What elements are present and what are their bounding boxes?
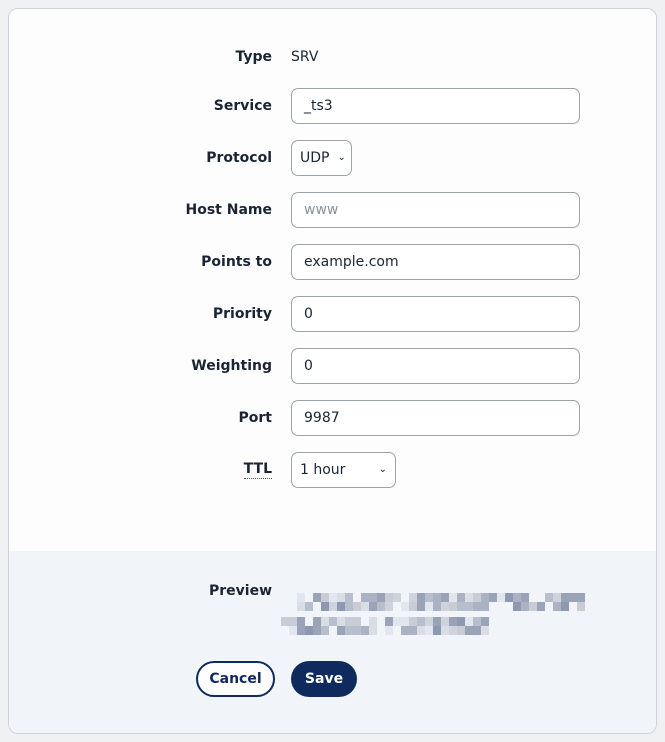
points-to-label: Points to	[201, 254, 272, 270]
priority-input[interactable]: 0	[291, 296, 580, 332]
type-label: Type	[235, 49, 272, 65]
service-row: Service _ts3	[9, 88, 656, 124]
port-label: Port	[238, 410, 272, 426]
points-to-input[interactable]: example.com	[291, 244, 580, 280]
weighting-input[interactable]: 0	[291, 348, 580, 384]
form-section: Type SRV Service _ts3 Protocol UDP ⌄ Hos…	[9, 9, 656, 551]
host-name-row: Host Name www	[9, 192, 656, 228]
chevron-down-icon: ⌄	[337, 152, 346, 163]
ttl-row: TTL 1 hour ⌄	[9, 452, 656, 488]
host-name-input[interactable]: www	[291, 192, 580, 228]
chevron-down-icon: ⌄	[378, 464, 387, 475]
preview-label: Preview	[208, 583, 272, 599]
srv-record-form: Type SRV Service _ts3 Protocol UDP ⌄ Hos…	[8, 8, 657, 734]
points-to-row: Points to example.com	[9, 244, 656, 280]
weighting-label: Weighting	[191, 358, 272, 374]
weighting-row: Weighting 0	[9, 348, 656, 384]
priority-row: Priority 0	[9, 296, 656, 332]
ttl-value: 1 hour	[300, 462, 346, 478]
priority-label: Priority	[212, 306, 272, 322]
service-label: Service	[213, 98, 272, 114]
ttl-label[interactable]: TTL	[243, 460, 272, 479]
save-button[interactable]: Save	[291, 661, 357, 697]
protocol-label: Protocol	[206, 150, 272, 166]
host-name-label: Host Name	[185, 202, 272, 218]
port-input[interactable]: 9987	[291, 400, 580, 436]
protocol-select[interactable]: UDP ⌄	[291, 140, 352, 176]
cancel-button[interactable]: Cancel	[196, 661, 275, 697]
type-value: SRV	[291, 49, 319, 65]
preview-redacted	[281, 593, 589, 635]
port-row: Port 9987	[9, 400, 656, 436]
protocol-row: Protocol UDP ⌄	[9, 140, 656, 176]
redacted-text-pixels	[281, 593, 589, 635]
type-row: Type SRV	[9, 39, 656, 75]
ttl-select[interactable]: 1 hour ⌄	[291, 452, 396, 488]
protocol-value: UDP	[300, 150, 330, 166]
service-input[interactable]: _ts3	[291, 88, 580, 124]
preview-section: Preview	[9, 551, 656, 733]
